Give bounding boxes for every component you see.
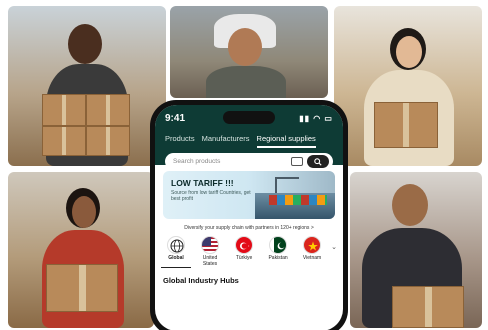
region-label: Türkiye — [235, 255, 253, 261]
cardboard-box — [42, 126, 86, 156]
cardboard-box — [392, 286, 464, 328]
search-button[interactable] — [307, 155, 329, 168]
person-head — [72, 196, 96, 228]
photo-worker-warehouse-4 — [8, 172, 154, 328]
person-body — [206, 66, 286, 98]
person-head — [228, 28, 262, 66]
containers-graphic — [269, 195, 327, 205]
person-head — [396, 36, 422, 68]
globe-icon — [167, 236, 185, 254]
cardboard-box — [374, 102, 438, 148]
pakistan-flag-icon — [269, 236, 288, 254]
tab-products[interactable]: Products — [165, 134, 195, 148]
region-global[interactable]: Global — [161, 236, 191, 268]
search-input[interactable]: Search products — [173, 158, 291, 165]
region-label: Global — [168, 255, 184, 261]
promo-banner[interactable]: LOW TARIFF !!! Source from low tariff Co… — [163, 171, 335, 219]
region-pakistan[interactable]: Pakistan — [263, 236, 293, 268]
region-vietnam[interactable]: Vietnam — [297, 236, 327, 268]
section-title-industry-hubs: Global Industry Hubs — [163, 275, 239, 285]
search-bar[interactable]: Search products — [165, 153, 333, 170]
diversify-link[interactable]: Diversify your supply chain with partner… — [155, 225, 343, 231]
person-head — [392, 184, 428, 226]
camera-icon[interactable] — [291, 157, 303, 166]
banner-subtitle: Source from low tariff Countries, get be… — [171, 190, 251, 203]
search-icon — [314, 157, 322, 166]
region-turkiye[interactable]: Türkiye — [229, 236, 259, 268]
cardboard-box — [86, 94, 130, 126]
photo-worker-warehouse-1 — [8, 6, 166, 166]
photo-worker-warehouse-2 — [170, 6, 328, 98]
cardboard-box — [46, 264, 118, 312]
dynamic-island — [223, 111, 275, 124]
region-label: United States — [202, 255, 218, 267]
vietnam-flag-icon — [303, 236, 322, 254]
person-head — [68, 24, 102, 64]
chevron-down-icon[interactable]: ⌄ — [331, 243, 337, 251]
tab-manufacturers[interactable]: Manufacturers — [202, 134, 250, 148]
turkey-flag-icon — [235, 236, 254, 254]
tab-regional-supplies[interactable]: Regional supplies — [256, 134, 316, 148]
photo-worker-warehouse-3 — [334, 6, 482, 166]
region-label: Vietnam — [302, 255, 322, 261]
region-label: Pakistan — [268, 255, 288, 261]
status-time: 9:41 — [165, 112, 186, 124]
cardboard-box — [86, 126, 130, 156]
category-tabs: Products Manufacturers Regional supplies — [165, 134, 333, 148]
region-united-states[interactable]: United States — [195, 236, 225, 268]
app-screen: 9:41 ▮▮ ◠ ▭ Products Manufacturers Regio… — [155, 105, 343, 330]
region-selector: Global United States Türkiye Pakistan Vi… — [155, 236, 343, 268]
banner-title: LOW TARIFF !!! — [171, 178, 234, 188]
photo-worker-warehouse-5 — [350, 172, 482, 328]
phone-mockup: 9:41 ▮▮ ◠ ▭ Products Manufacturers Regio… — [150, 100, 348, 330]
app-header: 9:41 ▮▮ ◠ ▭ Products Manufacturers Regio… — [155, 105, 343, 170]
us-flag-icon — [201, 236, 220, 254]
cardboard-box — [42, 94, 86, 126]
status-icons: ▮▮ ◠ ▭ — [299, 113, 333, 123]
